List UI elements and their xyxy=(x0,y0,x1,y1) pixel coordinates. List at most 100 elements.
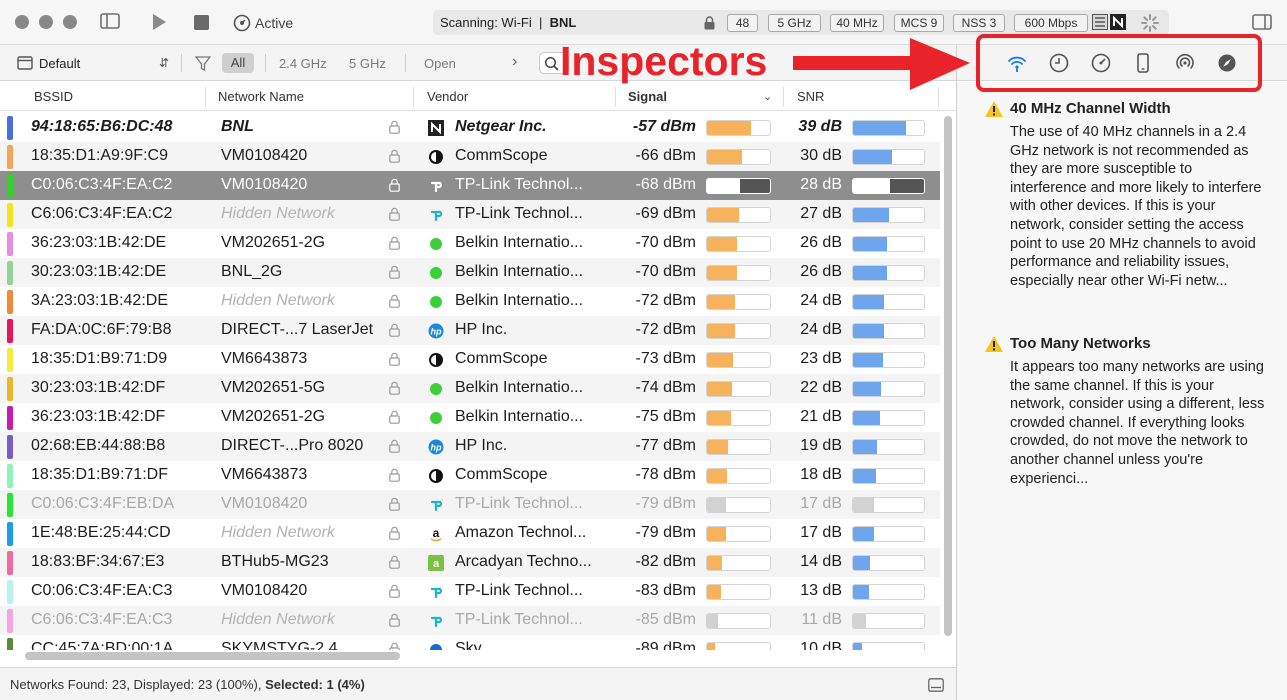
channel-pill: 48 xyxy=(727,14,758,32)
network-name-cell: Hidden Network xyxy=(221,524,335,541)
tplink-icon xyxy=(428,207,444,223)
table-row[interactable]: 36:23:03:1B:42:DF VM202651-2G Belkin Inter… xyxy=(0,403,940,432)
lock-icon xyxy=(704,15,715,35)
network-name-cell: DIRECT-...Pro 8020 xyxy=(221,437,364,454)
snr-value: 26 dB xyxy=(800,263,842,280)
column-separator[interactable] xyxy=(205,87,206,107)
column-header-signal[interactable]: Signal xyxy=(628,89,667,104)
snr-value: 28 dB xyxy=(800,176,842,193)
network-name-cell: VM6643873 xyxy=(221,466,308,483)
signal-bar-fill xyxy=(707,179,740,193)
filter-24ghz-button[interactable]: 2.4 GHz xyxy=(279,56,327,71)
signal-bar xyxy=(706,439,771,455)
network-color-swatch xyxy=(7,522,13,546)
network-color-swatch xyxy=(7,435,13,459)
signal-bar xyxy=(706,642,771,650)
signal-value: -85 dBm xyxy=(635,611,696,628)
snr-bar xyxy=(852,207,925,223)
close-window-button[interactable] xyxy=(15,15,29,29)
table-row[interactable]: 18:83:BF:34:67:E3 BTHub5-MG23 a Arcadyan Te… xyxy=(0,548,940,577)
details-panel-icon[interactable] xyxy=(928,678,944,697)
rate-pill: 600 Mbps xyxy=(1014,14,1088,32)
horizontal-scroll-thumb[interactable] xyxy=(25,652,400,660)
scan-status-label: Active xyxy=(255,15,294,31)
preset-selector[interactable]: Default xyxy=(39,56,80,71)
snr-bar-fill xyxy=(853,556,871,570)
nss-pill: NSS 3 xyxy=(953,14,1005,32)
table-row[interactable]: C6:06:C3:4F:EA:C3 Hidden Network TP-Link T… xyxy=(0,606,940,635)
network-color-swatch xyxy=(7,638,13,650)
column-separator[interactable] xyxy=(783,87,784,107)
lock-icon xyxy=(389,410,403,427)
belkin-icon xyxy=(428,294,444,310)
minimize-window-button[interactable] xyxy=(39,15,53,29)
network-color-swatch xyxy=(7,551,13,575)
sky-icon xyxy=(428,642,444,650)
table-row[interactable]: CC:45:7A:BD:00:1A SKYMSTYG-2.4 Sky -89 dBm 1… xyxy=(0,635,940,650)
zoom-window-button[interactable] xyxy=(63,15,77,29)
vendor-cell: Belkin Internatio... xyxy=(455,379,584,396)
table-row[interactable]: 02:68:EB:44:88:B8 DIRECT-...Pro 8020 hp HP … xyxy=(0,432,940,461)
snr-bar xyxy=(852,410,925,426)
chevron-right-icon[interactable]: › xyxy=(512,53,517,71)
column-separator[interactable] xyxy=(615,87,616,107)
column-separator[interactable] xyxy=(413,87,414,107)
snr-bar xyxy=(852,613,925,629)
signal-bar xyxy=(706,584,771,600)
table-row[interactable]: C6:06:C3:4F:EA:C2 Hidden Network TP-Link T… xyxy=(0,200,940,229)
table-row[interactable]: 1E:48:BE:25:44:CD Hidden Network a Amazon T… xyxy=(0,519,940,548)
bssid-cell: 02:68:EB:44:88:B8 xyxy=(31,437,166,454)
lock-icon xyxy=(389,555,403,572)
column-header-bssid[interactable]: BSSID xyxy=(34,89,73,104)
column-header-vendor[interactable]: Vendor xyxy=(427,89,468,104)
preset-chevron-icon[interactable]: ⇵ xyxy=(159,56,169,70)
network-name-cell: BNL_2G xyxy=(221,263,283,280)
table-row[interactable]: 18:35:D1:B9:71:D9 VM6643873 CommScope -73 d… xyxy=(0,345,940,374)
tplink-icon xyxy=(428,497,444,513)
network-color-swatch xyxy=(7,232,13,256)
table-row[interactable]: 18:35:D1:B9:71:DF VM6643873 CommScope -78 d… xyxy=(0,461,940,490)
filter-5ghz-button[interactable]: 5 GHz xyxy=(349,56,386,71)
vertical-scroll-thumb[interactable] xyxy=(944,116,952,636)
snr-bar-fill xyxy=(853,237,888,251)
snr-bar-fill xyxy=(853,585,869,599)
gauge-icon[interactable] xyxy=(233,14,251,37)
table-row[interactable]: 36:23:03:1B:42:DE VM202651-2G Belkin Inter… xyxy=(0,229,940,258)
hp-icon: hp xyxy=(428,323,444,339)
column-header-name[interactable]: Network Name xyxy=(218,89,304,104)
bssid-cell: 18:35:D1:B9:71:D9 xyxy=(31,350,168,367)
sidebar-toggle-icon[interactable] xyxy=(100,12,120,35)
filter-open-button[interactable]: Open xyxy=(424,56,456,71)
bssid-cell: C6:06:C3:4F:EA:C3 xyxy=(31,611,173,628)
table-row[interactable]: C0:06:C3:4F:EB:DA VM0108420 TP-Link Techno… xyxy=(0,490,940,519)
annotation-label: Inspectors xyxy=(560,38,768,84)
signal-bar xyxy=(706,294,771,310)
inspector-toggle-icon[interactable] xyxy=(1252,13,1272,36)
table-row[interactable]: FA:DA:0C:6F:79:B8 DIRECT-...7 LaserJet hp H… xyxy=(0,316,940,345)
table-row[interactable]: C0:06:C3:4F:EA:C2 VM0108420 TP-Link Techno… xyxy=(0,171,940,200)
play-icon[interactable] xyxy=(151,13,167,36)
lock-icon xyxy=(389,265,403,282)
stop-icon[interactable] xyxy=(194,15,209,35)
filter-icon[interactable] xyxy=(194,56,212,76)
table-row[interactable]: 94:18:65:B6:DC:48 BNL Netgear Inc. -57 dBm 3… xyxy=(0,113,940,142)
filter-all-button[interactable]: All xyxy=(222,53,254,73)
scan-info-text: Scanning: Wi-Fi | BNL xyxy=(440,15,576,30)
signal-bar-fill xyxy=(707,121,752,135)
network-name-cell: VM202651-2G xyxy=(221,408,326,425)
signal-bar-fill xyxy=(707,643,715,650)
table-row[interactable]: 3A:23:03:1B:42:DE Hidden Network Belkin In… xyxy=(0,287,940,316)
vendor-cell: TP-Link Technol... xyxy=(455,611,583,628)
table-row[interactable]: 18:35:D1:A9:9F:C9 VM0108420 CommScope -66 d… xyxy=(0,142,940,171)
snr-bar xyxy=(852,584,925,600)
snr-bar-fill xyxy=(853,121,907,135)
band-pill: 5 GHz xyxy=(768,14,821,32)
lock-icon xyxy=(389,526,403,543)
table-row[interactable]: 30:23:03:1B:42:DF VM202651-5G Belkin Inter… xyxy=(0,374,940,403)
bssid-cell: 3A:23:03:1B:42:DE xyxy=(31,292,168,309)
scan-separator: | xyxy=(535,15,546,30)
table-row[interactable]: 30:23:03:1B:42:DE BNL_2G Belkin Internatio… xyxy=(0,258,940,287)
vertical-scrollbar[interactable] xyxy=(942,113,952,650)
table-row[interactable]: C0:06:C3:4F:EA:C3 VM0108420 TP-Link Techno… xyxy=(0,577,940,606)
signal-bar-fill xyxy=(707,469,728,483)
